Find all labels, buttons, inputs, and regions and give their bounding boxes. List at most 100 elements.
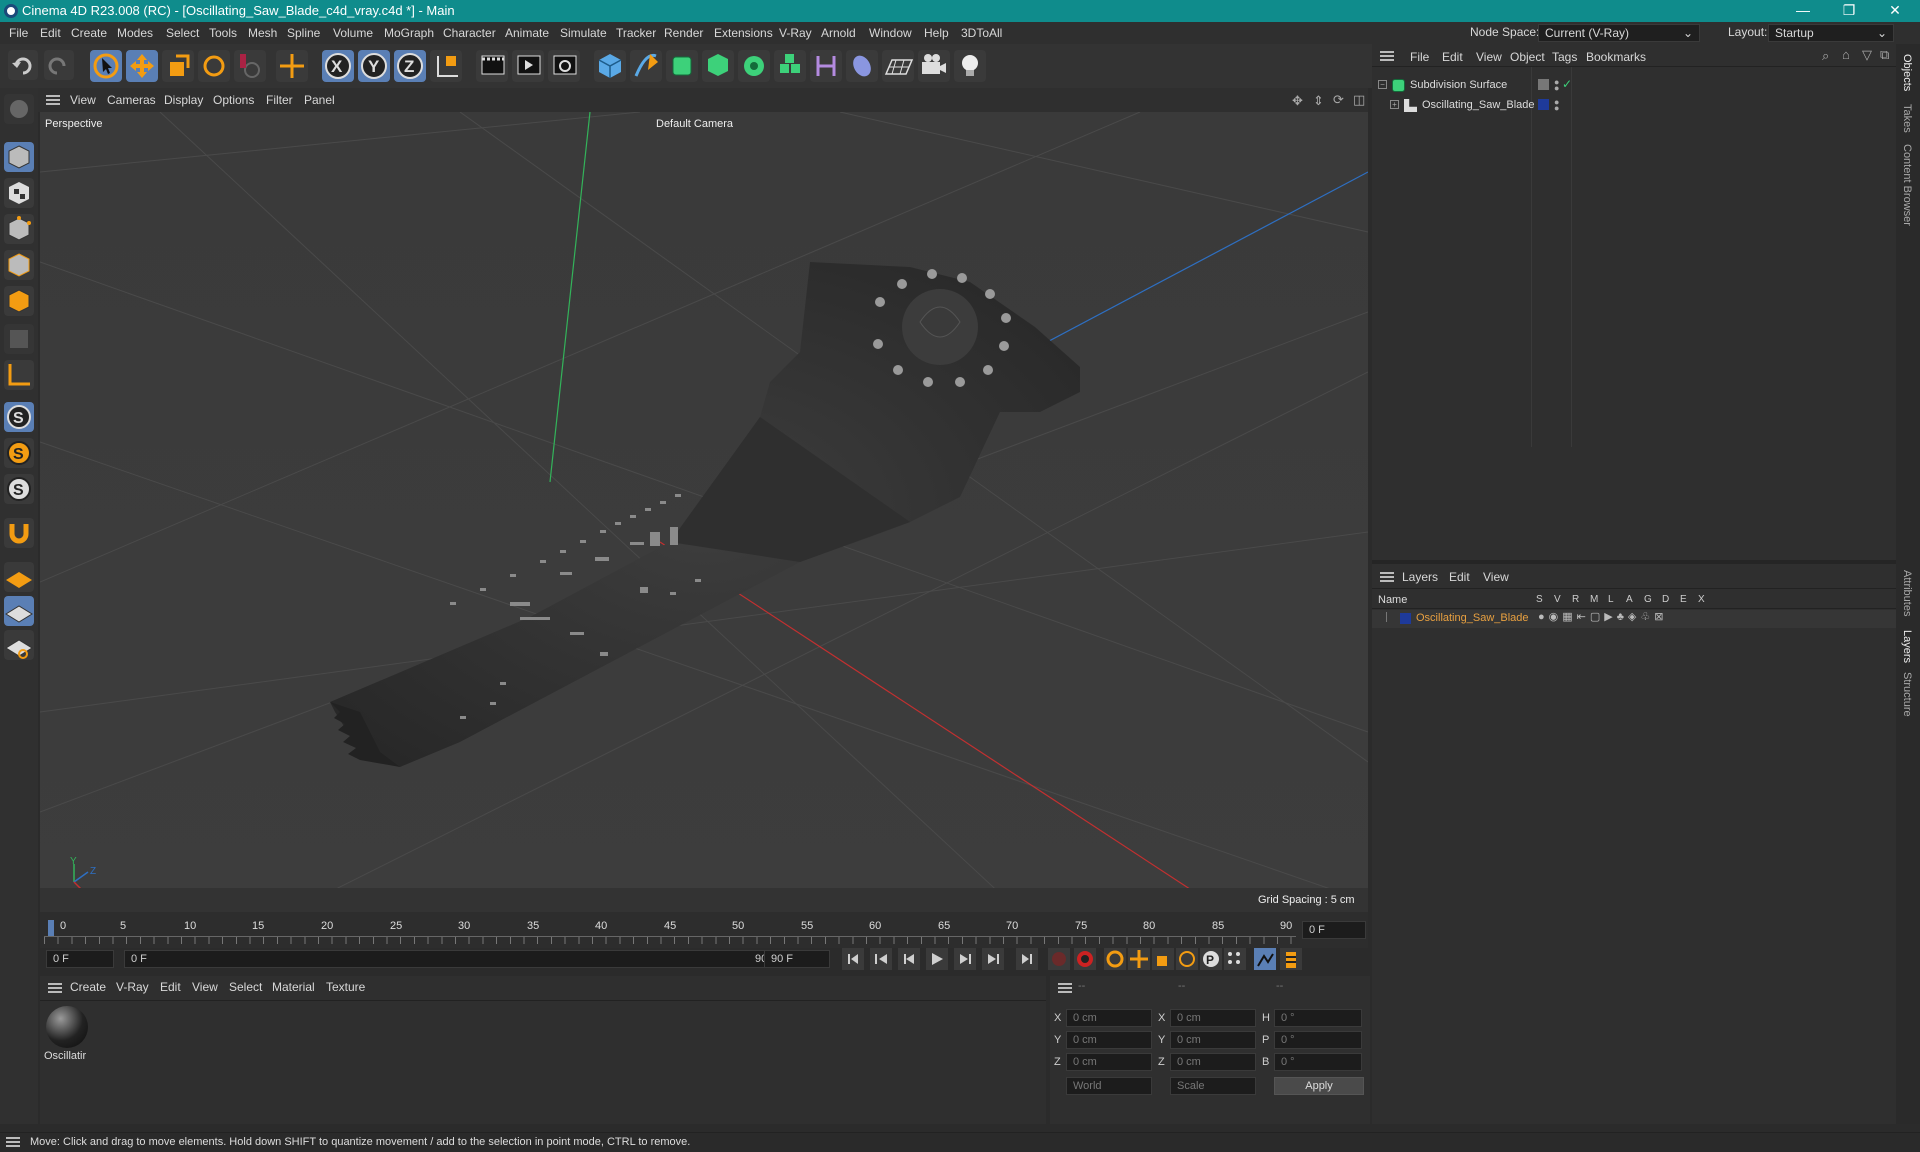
- zoom-view-icon[interactable]: ⇕: [1313, 93, 1324, 109]
- material-menu-texture[interactable]: Texture: [326, 980, 365, 994]
- coord-position-y[interactable]: 0 cm: [1066, 1031, 1152, 1049]
- viewport-menu-cameras[interactable]: Cameras: [107, 93, 156, 107]
- model-mode-icon[interactable]: [4, 142, 34, 172]
- uv-mode-icon[interactable]: [4, 324, 34, 354]
- tab-content-browser[interactable]: Content Browser: [1901, 144, 1913, 226]
- playhead[interactable]: [48, 920, 54, 936]
- filter-icon[interactable]: ▽: [1862, 47, 1872, 63]
- objects-menu-view[interactable]: View: [1476, 50, 1502, 64]
- home-icon[interactable]: ⌂: [1842, 47, 1850, 62]
- coord-rotation-p[interactable]: 0 °: [1274, 1031, 1362, 1049]
- layer-color-swatch[interactable]: [1400, 613, 1411, 624]
- menu-modes[interactable]: Modes: [117, 26, 153, 40]
- material-item[interactable]: Oscillatir: [44, 1004, 90, 1064]
- coord-size-y[interactable]: 0 cm: [1170, 1031, 1256, 1049]
- coord-rotation-b[interactable]: 0 °: [1274, 1053, 1362, 1071]
- render-active-icon[interactable]: [512, 50, 544, 82]
- menu-simulate[interactable]: Simulate: [560, 26, 607, 40]
- tab-structure[interactable]: Structure: [1901, 672, 1913, 717]
- layer-row[interactable]: Oscillating_Saw_Blade ●◉▦⇤▢▶♣◈♧⊠: [1372, 610, 1896, 628]
- flag-solo[interactable]: S: [1536, 594, 1554, 605]
- planar-workplane-icon[interactable]: [4, 596, 34, 626]
- menu-tools[interactable]: Tools: [209, 26, 237, 40]
- record-disabled-icon[interactable]: [1048, 948, 1070, 970]
- collapse-icon[interactable]: −: [1378, 80, 1387, 89]
- camera-label[interactable]: Default Camera: [656, 118, 733, 130]
- flag-locked[interactable]: L: [1608, 594, 1626, 605]
- menu-tracker[interactable]: Tracker: [616, 26, 656, 40]
- scale-tool-icon[interactable]: [162, 50, 194, 82]
- menu-volume[interactable]: Volume: [333, 26, 373, 40]
- extrude-icon[interactable]: [702, 50, 734, 82]
- flag-view[interactable]: V: [1554, 594, 1572, 605]
- key-scale-icon[interactable]: [1152, 948, 1174, 970]
- objects-menu-edit[interactable]: Edit: [1442, 50, 1463, 64]
- start-frame-field[interactable]: 0 F: [46, 950, 114, 968]
- enabled-check-icon[interactable]: ✓: [1562, 77, 1572, 91]
- search-icon[interactable]: ⌕: [1822, 48, 1829, 64]
- motion-system-icon[interactable]: [1254, 948, 1276, 970]
- coordinate-system-icon[interactable]: [430, 50, 462, 82]
- tab-takes[interactable]: Takes: [1901, 104, 1913, 133]
- current-frame-field[interactable]: 0 F: [1302, 921, 1366, 939]
- prev-frame-icon[interactable]: [898, 948, 920, 970]
- deformer-icon[interactable]: [810, 50, 842, 82]
- menu-window[interactable]: Window: [869, 26, 912, 40]
- material-menu-material[interactable]: Material: [272, 980, 315, 994]
- hamburger-icon[interactable]: [46, 95, 60, 105]
- polygons-mode-icon[interactable]: [4, 286, 34, 316]
- viewport-menu-view[interactable]: View: [70, 93, 96, 107]
- layers-menu-edit[interactable]: Edit: [1449, 570, 1470, 584]
- restore-button[interactable]: ❐: [1826, 0, 1872, 22]
- snap-settings-icon[interactable]: S: [4, 438, 34, 468]
- texture-mode-icon[interactable]: [4, 178, 34, 208]
- objects-menu-file[interactable]: File: [1410, 50, 1429, 64]
- key-position-icon[interactable]: [1128, 948, 1150, 970]
- flag-expressions[interactable]: E: [1680, 594, 1698, 605]
- rotate-view-icon[interactable]: ⟳: [1333, 92, 1344, 108]
- redo-icon[interactable]: [44, 50, 74, 80]
- autokey-icon[interactable]: [1074, 948, 1096, 970]
- light-icon[interactable]: [954, 50, 986, 82]
- menu-vray[interactable]: V-Ray: [779, 26, 812, 40]
- close-button[interactable]: ✕: [1872, 0, 1918, 22]
- objects-menu-bookmarks[interactable]: Bookmarks: [1586, 50, 1646, 64]
- goto-start-icon[interactable]: [842, 948, 864, 970]
- menu-file[interactable]: File: [9, 26, 28, 40]
- minimize-button[interactable]: —: [1780, 0, 1826, 22]
- layers-menu-view[interactable]: View: [1483, 570, 1509, 584]
- paint-mode-icon[interactable]: [4, 94, 34, 124]
- objects-menu-object[interactable]: Object: [1510, 50, 1545, 64]
- object-row-saw-blade[interactable]: + Oscillating_Saw_Blade ● ●: [1376, 98, 1896, 115]
- menu-animate[interactable]: Animate: [505, 26, 549, 40]
- coord-position-x[interactable]: 0 cm: [1066, 1009, 1152, 1027]
- layout-select[interactable]: Startup ⌄: [1768, 24, 1894, 42]
- render-view-icon[interactable]: [476, 50, 508, 82]
- axis-mode-icon[interactable]: [4, 360, 34, 390]
- goto-end-icon[interactable]: [1016, 948, 1038, 970]
- prev-key-icon[interactable]: [870, 948, 892, 970]
- menu-arnold[interactable]: Arnold: [821, 26, 856, 40]
- axis-z-icon[interactable]: Z: [394, 50, 426, 82]
- hamburger-icon[interactable]: [48, 983, 62, 993]
- layer-flag-icons[interactable]: ●◉▦⇤▢▶♣◈♧⊠: [1538, 610, 1667, 623]
- keyframe-selection-icon[interactable]: [1104, 948, 1126, 970]
- timeline-window-icon[interactable]: [1280, 948, 1302, 970]
- maximize-view-icon[interactable]: ◫: [1353, 92, 1365, 108]
- new-window-icon[interactable]: ⧉: [1880, 47, 1889, 63]
- material-menu-create[interactable]: Create: [70, 980, 106, 994]
- end-frame-field[interactable]: 90 F: [764, 950, 830, 968]
- viewport-perspective[interactable]: Perspective Default Camera Y Z X Grid Sp…: [40, 112, 1368, 912]
- flag-animation[interactable]: A: [1626, 594, 1644, 605]
- live-selection-icon[interactable]: [90, 50, 122, 82]
- coord-size-z[interactable]: 0 cm: [1170, 1053, 1256, 1071]
- hamburger-icon[interactable]: [1380, 51, 1394, 61]
- edges-mode-icon[interactable]: [4, 250, 34, 280]
- flag-render[interactable]: R: [1572, 594, 1590, 605]
- magnet-icon[interactable]: [4, 518, 34, 548]
- axis-x-icon[interactable]: X: [322, 50, 354, 82]
- viewport-menu-options[interactable]: Options: [213, 93, 254, 107]
- coord-space-select[interactable]: World: [1066, 1077, 1152, 1095]
- undo-icon[interactable]: [8, 50, 38, 80]
- recent-tool-icon[interactable]: [234, 50, 266, 82]
